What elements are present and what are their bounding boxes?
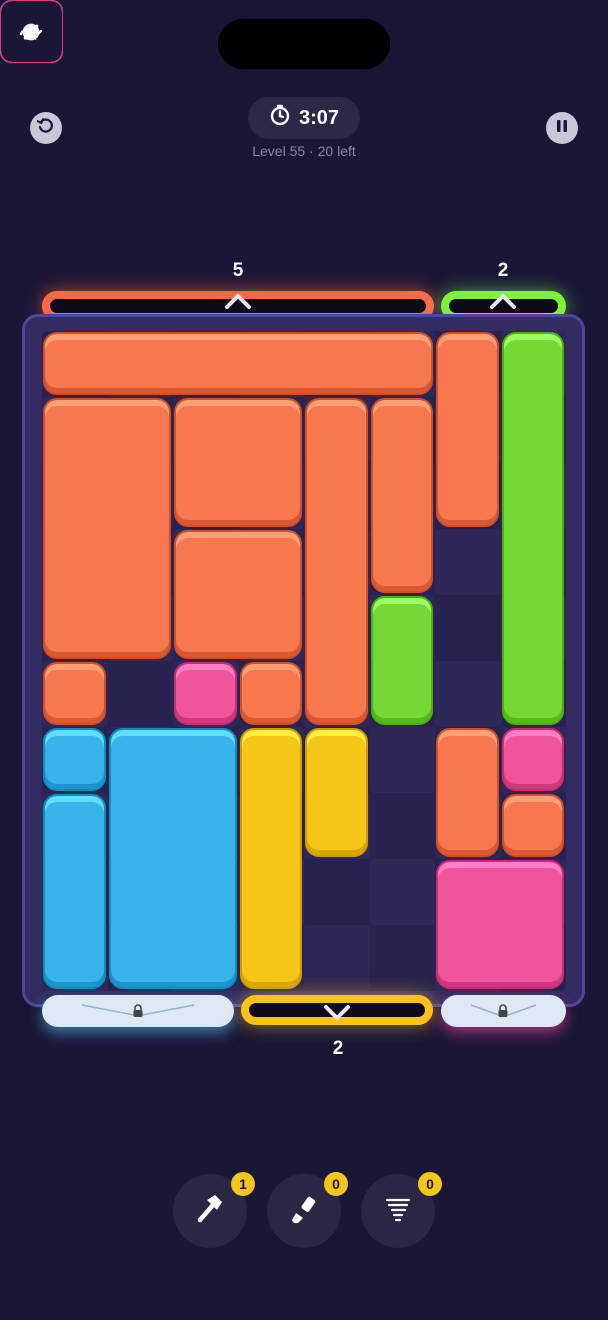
pause-icon: [555, 119, 569, 138]
restart-icon: [36, 117, 55, 140]
brush-count-badge: 0: [324, 1172, 348, 1196]
exit-count-green: 2: [497, 260, 509, 281]
block-unit: [0, 0, 63, 63]
lock-icon: [131, 1004, 145, 1023]
board-cell: [435, 529, 501, 595]
exit-gate-blue-locked: [42, 995, 234, 1027]
tornado-count-badge: 0: [418, 1172, 442, 1196]
pink-block[interactable]: [174, 662, 237, 725]
blue-block[interactable]: [108, 728, 237, 989]
pause-button[interactable]: [546, 112, 578, 144]
orange-block[interactable]: [174, 530, 302, 659]
restart-button[interactable]: [30, 112, 62, 144]
hammer-count-badge: 1: [231, 1172, 255, 1196]
orange-block[interactable]: [436, 332, 499, 527]
brush-icon: [286, 1191, 322, 1232]
orange-block[interactable]: [370, 398, 433, 593]
board-cell: [435, 661, 501, 727]
hammer-icon: [192, 1191, 228, 1232]
orange-block[interactable]: [305, 398, 368, 725]
green-block[interactable]: [370, 596, 433, 725]
exit-arrow-up-red: [223, 291, 253, 316]
orange-block[interactable]: [174, 398, 302, 527]
lock-icon: [496, 1004, 510, 1023]
board-cell: [369, 727, 435, 793]
orange-block[interactable]: [501, 794, 564, 857]
orange-block[interactable]: [43, 398, 171, 659]
board-cell: [369, 859, 435, 925]
level-label: Level 55 · 20 left: [252, 143, 356, 159]
timer-display: 3:07: [248, 97, 360, 139]
green-block[interactable]: [501, 332, 564, 725]
exit-count-red: 5: [232, 260, 244, 281]
board-cell: [304, 925, 370, 991]
yellow-block[interactable]: [305, 728, 368, 857]
timer-value: 3:07: [298, 106, 340, 129]
blue-block[interactable]: [43, 794, 106, 989]
yellow-block[interactable]: [239, 728, 302, 989]
tornado-icon: [380, 1191, 416, 1232]
status-notch: [218, 19, 390, 69]
pink-block[interactable]: [501, 728, 564, 791]
orange-block[interactable]: [239, 662, 302, 725]
exit-arrow-down-yellow: [322, 1003, 352, 1028]
exit-gate-pink-locked: [441, 995, 566, 1027]
pink-block[interactable]: [436, 860, 564, 989]
orange-block[interactable]: [436, 728, 499, 857]
exit-count-yellow: 2: [332, 1038, 344, 1059]
stopwatch-icon: [269, 104, 291, 132]
blue-block[interactable]: [43, 728, 106, 791]
orange-block[interactable]: [43, 332, 433, 395]
exit-arrow-up-green: [488, 291, 518, 316]
orange-block[interactable]: [43, 662, 106, 725]
